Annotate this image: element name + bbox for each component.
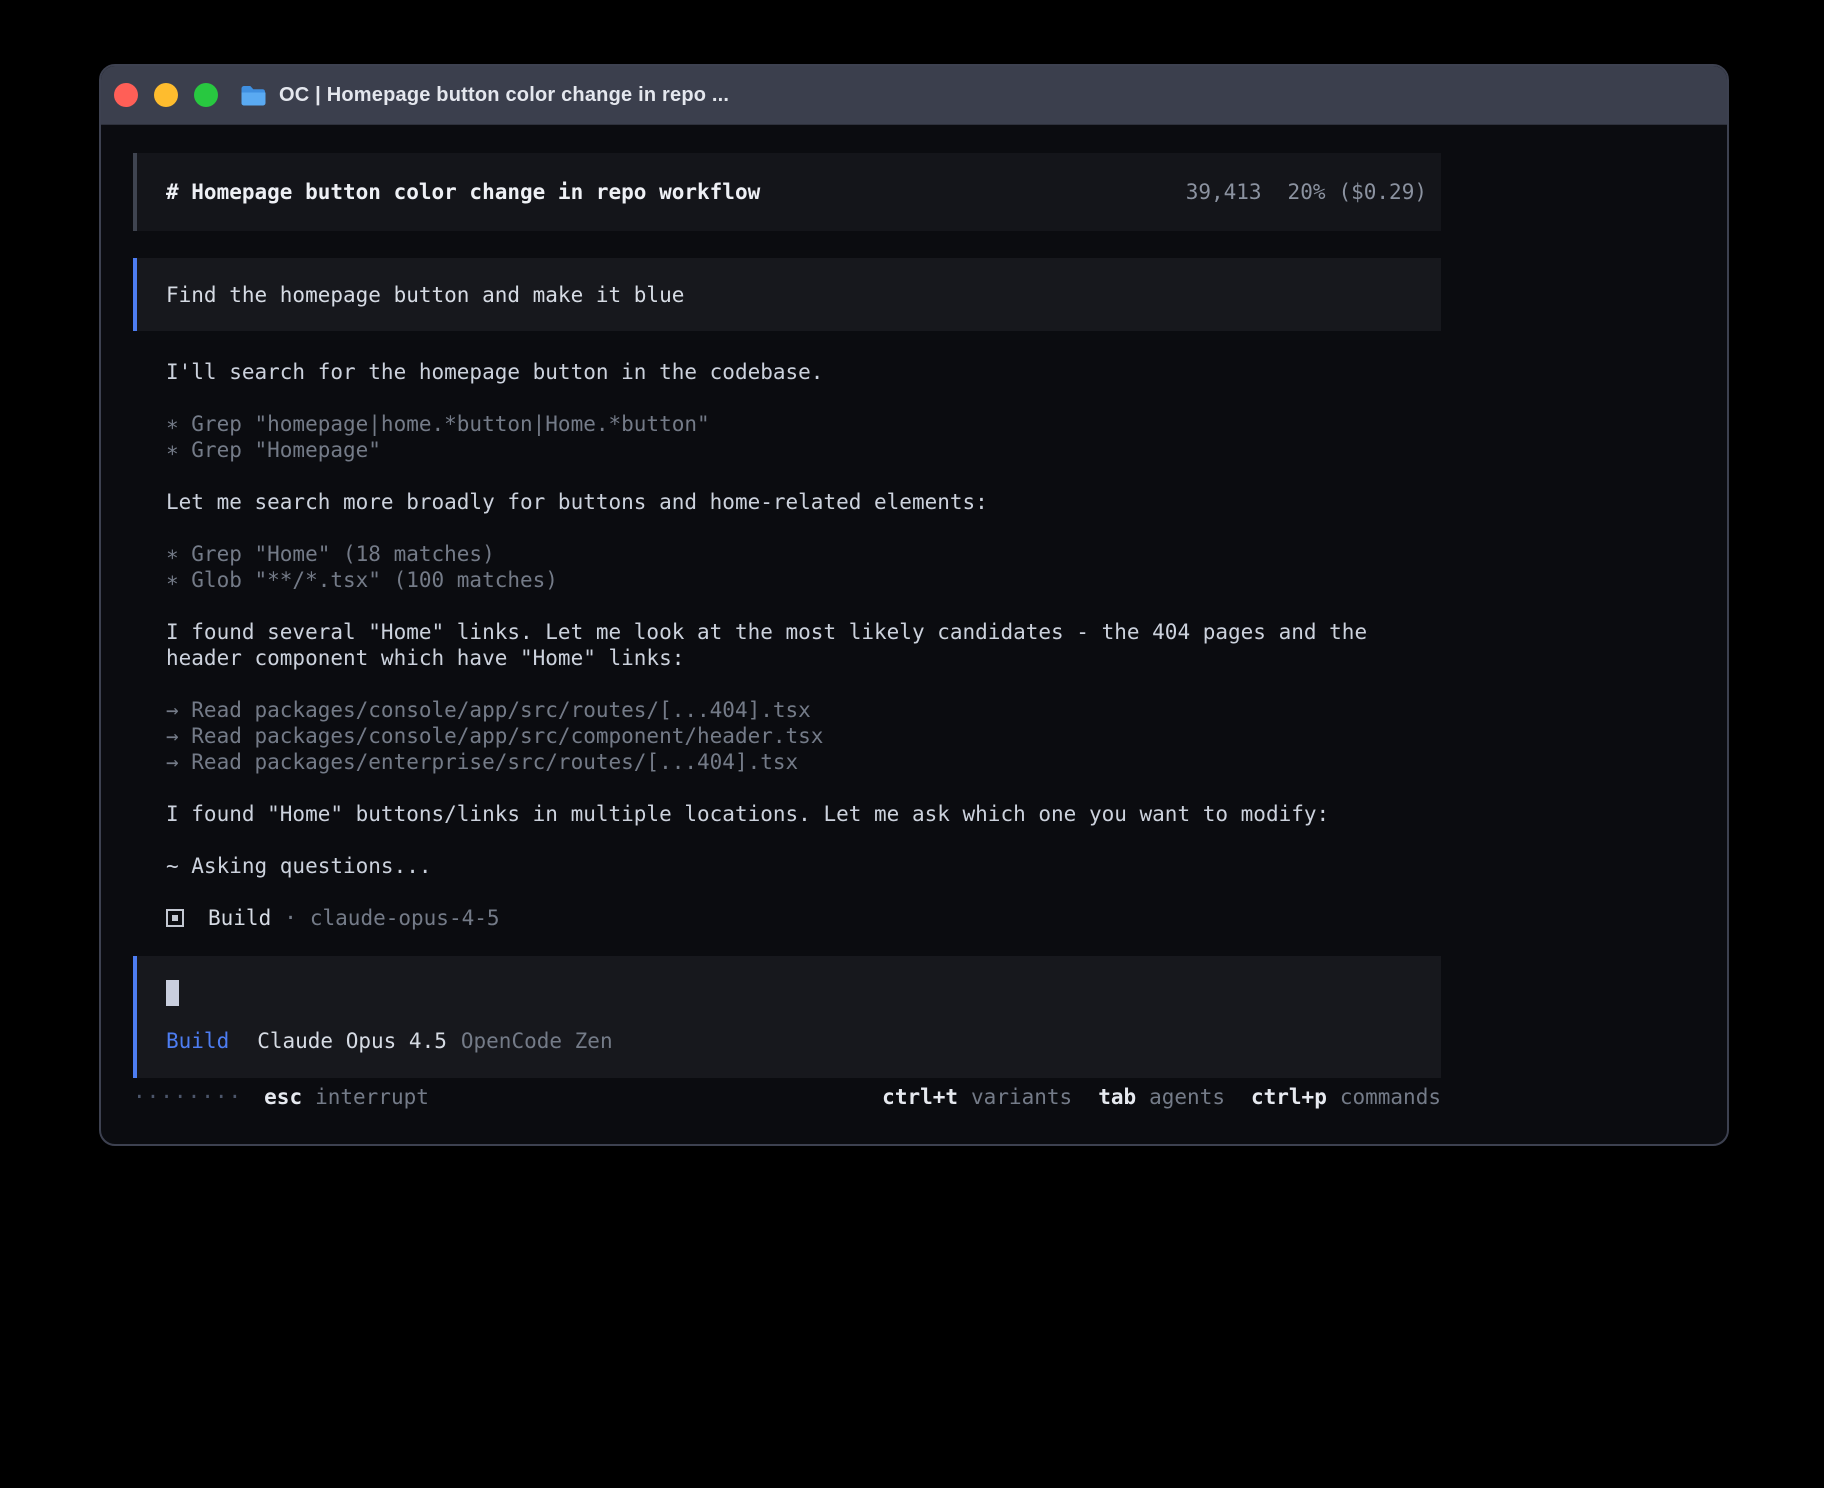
terminal-content: # Homepage button color change in repo w… xyxy=(101,125,1727,1144)
assistant-text-line: Let me search more broadly for buttons a… xyxy=(166,489,1441,515)
agent-separator: · xyxy=(284,905,297,931)
assistant-message: I found several "Home" links. Let me loo… xyxy=(166,619,1441,671)
user-message-text: Find the homepage button and make it blu… xyxy=(166,282,684,308)
hint-label: interrupt xyxy=(315,1084,429,1110)
zoom-button[interactable] xyxy=(194,83,218,107)
hint-variants: ctrl+t variants xyxy=(882,1084,1072,1110)
terminal-window: OC | Homepage button color change in rep… xyxy=(99,64,1729,1146)
window-title: OC | Homepage button color change in rep… xyxy=(279,84,729,107)
conversation: I'll search for the homepage button in t… xyxy=(133,359,1441,931)
mode-label: Build xyxy=(166,1028,229,1054)
session-cost: ($0.29) xyxy=(1338,179,1427,205)
agent-build-icon xyxy=(166,909,184,927)
hint-agents: tab agents xyxy=(1098,1084,1225,1110)
titlebar[interactable]: OC | Homepage button color change in rep… xyxy=(101,66,1727,125)
assistant-message: ~ Asking questions... xyxy=(166,853,1441,879)
tool-call-line: ∗ Grep "Home" (18 matches) xyxy=(166,541,1441,567)
hint-key: esc xyxy=(264,1084,302,1110)
tool-call-group: ∗ Grep "homepage|home.*button|Home.*butt… xyxy=(166,411,1441,463)
traffic-lights xyxy=(114,83,218,107)
tool-call-line: ∗ Glob "**/*.tsx" (100 matches) xyxy=(166,567,1441,593)
session-header: # Homepage button color change in repo w… xyxy=(133,153,1441,231)
provider-name: OpenCode Zen xyxy=(461,1028,613,1054)
tool-call-group: ∗ Grep "Home" (18 matches) ∗ Glob "**/*.… xyxy=(166,541,1441,593)
hint-key: tab xyxy=(1098,1084,1136,1110)
folder-icon xyxy=(240,85,267,106)
assistant-text-line: I found several "Home" links. Let me loo… xyxy=(166,619,1441,645)
agent-status: Build · claude-opus-4-5 xyxy=(166,905,1441,931)
assistant-text-line: header component which have "Home" links… xyxy=(166,645,1441,671)
hint-label: commands xyxy=(1340,1084,1441,1110)
tool-call-line: → Read packages/console/app/src/componen… xyxy=(166,723,1441,749)
hint-label: variants xyxy=(971,1084,1072,1110)
tool-call-line: → Read packages/console/app/src/routes/[… xyxy=(166,697,1441,723)
assistant-text-line: ~ Asking questions... xyxy=(166,853,1441,879)
input-meta: Build Claude Opus 4.5 OpenCode Zen xyxy=(166,1028,1427,1054)
assistant-message: I found "Home" buttons/links in multiple… xyxy=(166,801,1441,827)
agent-model: claude-opus-4-5 xyxy=(310,905,500,931)
assistant-message: I'll search for the homepage button in t… xyxy=(166,359,1441,385)
assistant-text-line: I'll search for the homepage button in t… xyxy=(166,359,1441,385)
tool-call-line: → Read packages/enterprise/src/routes/[.… xyxy=(166,749,1441,775)
tool-call-line: ∗ Grep "Homepage" xyxy=(166,437,1441,463)
close-button[interactable] xyxy=(114,83,138,107)
status-bar: ········ esc interrupt ctrl+t variants t… xyxy=(133,1084,1441,1110)
token-count: 39,413 xyxy=(1186,179,1262,205)
hint-key: ctrl+p xyxy=(1251,1084,1327,1110)
hint-interrupt: esc interrupt xyxy=(264,1084,429,1110)
assistant-message: Let me search more broadly for buttons a… xyxy=(166,489,1441,515)
assistant-text-line: I found "Home" buttons/links in multiple… xyxy=(166,801,1441,827)
user-message: Find the homepage button and make it blu… xyxy=(133,258,1441,331)
context-percent: 20% xyxy=(1288,179,1326,205)
spinner: ········ xyxy=(133,1084,242,1110)
hint-key: ctrl+t xyxy=(882,1084,958,1110)
session-stats: 39,413 20% ($0.29) xyxy=(1186,179,1427,205)
session-title: # Homepage button color change in repo w… xyxy=(166,179,760,205)
model-name: Claude Opus 4.5 xyxy=(257,1028,447,1054)
minimize-button[interactable] xyxy=(154,83,178,107)
tool-call-group: → Read packages/console/app/src/routes/[… xyxy=(166,697,1441,775)
status-bar-right: ctrl+t variants tab agents ctrl+p comman… xyxy=(882,1084,1441,1110)
prompt-input[interactable]: Build Claude Opus 4.5 OpenCode Zen xyxy=(133,956,1441,1078)
agent-name: Build xyxy=(208,905,271,931)
status-bar-left: ········ esc interrupt xyxy=(133,1084,429,1110)
hint-commands: ctrl+p commands xyxy=(1251,1084,1441,1110)
hint-label: agents xyxy=(1149,1084,1225,1110)
text-cursor xyxy=(166,980,179,1006)
tool-call-line: ∗ Grep "homepage|home.*button|Home.*butt… xyxy=(166,411,1441,437)
